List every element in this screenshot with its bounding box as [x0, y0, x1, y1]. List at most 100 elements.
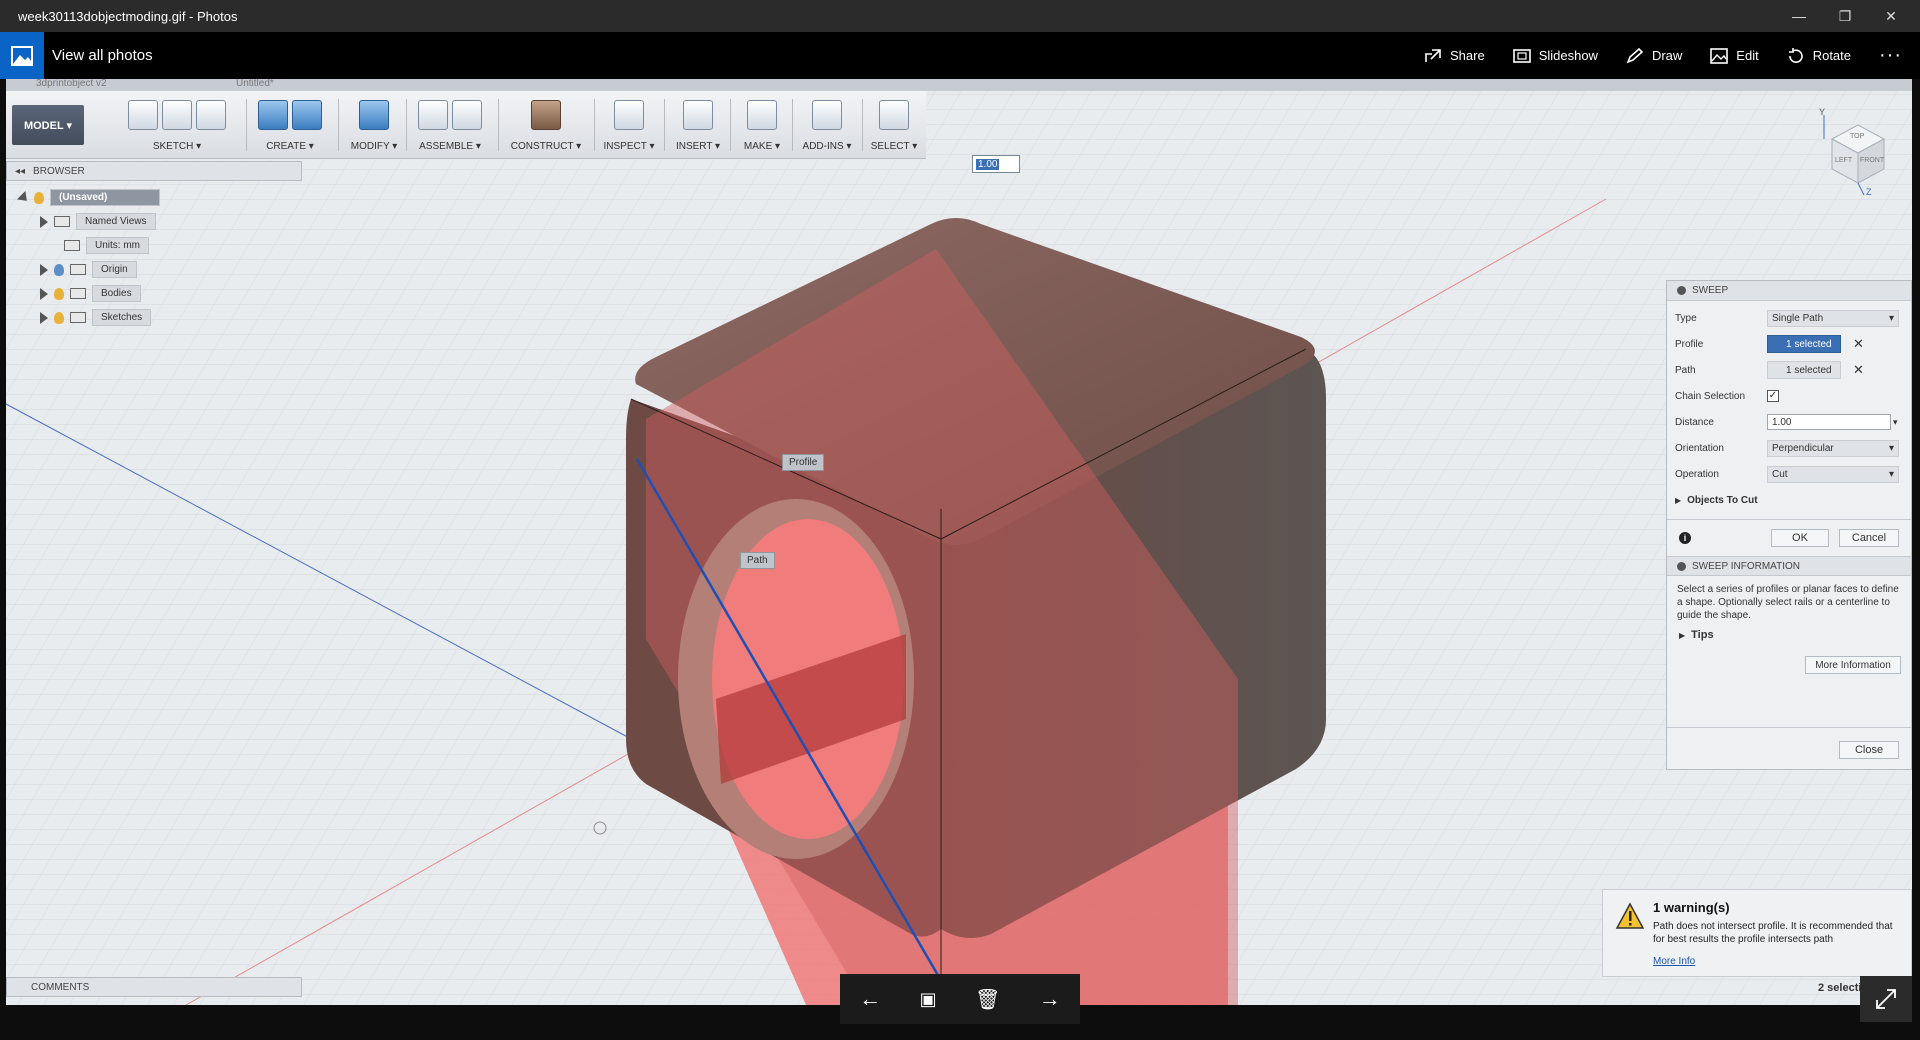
visibility-bulb-icon[interactable]	[54, 311, 64, 324]
slideshow-button[interactable]: Slideshow	[1512, 48, 1598, 64]
path-row: Path 1 selected ✕	[1675, 361, 1903, 379]
browser-item-origin[interactable]: Origin	[40, 261, 137, 278]
browser-item-named-views[interactable]: Named Views	[40, 213, 156, 230]
clear-path-icon[interactable]: ✕	[1853, 362, 1864, 378]
orientation-row: Orientation Perpendicular ▾	[1675, 439, 1903, 457]
collapse-icon[interactable]	[1677, 286, 1686, 295]
clear-profile-icon[interactable]: ✕	[1853, 336, 1864, 352]
select-icon[interactable]	[879, 100, 909, 130]
photos-logo-icon[interactable]	[0, 32, 44, 79]
operation-dropdown[interactable]: Cut ▾	[1767, 465, 1899, 483]
visibility-bulb-icon[interactable]	[54, 263, 64, 276]
more-options-button[interactable]: ···	[1879, 44, 1902, 67]
close-dialog-button[interactable]: Close	[1839, 741, 1899, 759]
sweep-info-title: SWEEP INFORMATION	[1692, 560, 1800, 572]
info-icon[interactable]: i	[1679, 532, 1691, 544]
extrude-icon[interactable]	[258, 100, 288, 130]
sweep-info-header[interactable]: SWEEP INFORMATION	[1667, 556, 1911, 576]
toolbar-group-insert[interactable]: INSERT ▾	[668, 97, 728, 157]
3d-print-icon[interactable]	[747, 100, 777, 130]
viewcube-top-label[interactable]: TOP	[1850, 133, 1864, 140]
orientation-dropdown[interactable]: Perpendicular ▾	[1767, 439, 1899, 457]
browser-root[interactable]: (Unsaved)	[16, 189, 160, 206]
toolbar-group-create[interactable]: CREATE ▾	[252, 97, 328, 157]
expand-arrow-icon[interactable]	[40, 311, 48, 324]
tab-3dprintobject[interactable]: 3dprintobject v2	[6, 79, 196, 91]
crop-icon[interactable]: ▣	[920, 989, 937, 1010]
tips-toggle[interactable]: ▶ Tips	[1679, 629, 1714, 641]
comments-bar[interactable]: COMMENTS	[6, 977, 302, 997]
browser-item-sketches[interactable]: Sketches	[40, 309, 152, 326]
model-canvas[interactable]	[6, 79, 1912, 1005]
select-menu-label: SELECT ▾	[870, 141, 918, 152]
ok-button[interactable]: OK	[1771, 529, 1829, 547]
rotate-button[interactable]: Rotate	[1787, 47, 1851, 65]
expand-arrow-icon[interactable]	[40, 287, 48, 300]
new-component-icon[interactable]	[418, 100, 448, 130]
edit-button[interactable]: Edit	[1710, 47, 1759, 64]
browser-header[interactable]: ◂◂ BROWSER	[6, 161, 302, 181]
rotate-label: Rotate	[1812, 48, 1852, 63]
expand-arrow-icon[interactable]	[16, 190, 32, 205]
distance-input[interactable]: 1.00	[1767, 414, 1891, 430]
profile-selection[interactable]: 1 selected	[1767, 335, 1841, 353]
origin-label: Origin	[92, 261, 137, 278]
viewcube-front-label[interactable]: FRONT	[1860, 157, 1884, 164]
sweep-header[interactable]: SWEEP	[1667, 281, 1911, 301]
warning-more-info-link[interactable]: More Info	[1653, 956, 1695, 967]
toolbar-group-make[interactable]: MAKE ▾	[734, 97, 790, 157]
workspace-switcher[interactable]: MODEL ▾	[12, 105, 84, 145]
toolbar-group-select[interactable]: SELECT ▾	[866, 97, 922, 157]
chevron-down-icon[interactable]: ▾	[1893, 417, 1898, 428]
more-information-button[interactable]: More Information	[1805, 656, 1901, 674]
browser-item-bodies[interactable]: Bodies	[40, 285, 141, 302]
distance-manipulator-input[interactable]: 1.00	[972, 155, 1020, 173]
joint-icon[interactable]	[452, 100, 482, 130]
toolbar-group-addins[interactable]: ADD-INS ▾	[796, 97, 858, 157]
press-pull-icon[interactable]	[359, 100, 389, 130]
expand-arrow-icon[interactable]	[40, 215, 48, 228]
visibility-bulb-icon[interactable]	[54, 287, 64, 300]
draw-button[interactable]: Draw	[1626, 47, 1682, 64]
spline-icon[interactable]	[162, 100, 192, 130]
fullscreen-button[interactable]	[1860, 976, 1912, 1022]
cancel-button[interactable]: Cancel	[1839, 529, 1899, 547]
collapse-icon[interactable]: ◂◂	[15, 166, 25, 177]
chain-selection-checkbox[interactable]: ✓	[1767, 390, 1779, 402]
tab-untitled[interactable]: Untitled*	[206, 79, 396, 91]
share-button[interactable]: Share	[1424, 48, 1485, 64]
browser-item-units[interactable]: Units: mm	[64, 237, 149, 254]
window-title: week30113dobjectmoding.gif - Photos	[18, 8, 238, 24]
viewcube-left-label[interactable]: LEFT	[1835, 157, 1852, 164]
rectangle-icon[interactable]	[196, 100, 226, 130]
view-cube[interactable]: TOP LEFT FRONT Y Z	[1818, 107, 1898, 197]
expand-arrow-icon[interactable]: ▶	[1675, 496, 1681, 505]
toolbar-group-construct[interactable]: CONSTRUCT ▾	[504, 97, 588, 157]
close-button[interactable]: ✕	[1868, 0, 1914, 32]
next-arrow-icon[interactable]: →	[1039, 986, 1061, 1012]
type-dropdown[interactable]: Single Path ▾	[1767, 309, 1899, 327]
minimize-button[interactable]: —	[1776, 0, 1822, 32]
toolbar-group-assemble[interactable]: ASSEMBLE ▾	[410, 97, 490, 157]
named-views-label: Named Views	[76, 213, 156, 230]
expand-arrow-icon[interactable]	[40, 263, 48, 276]
expand-arrow-icon[interactable]: ▶	[1679, 631, 1685, 640]
measure-icon[interactable]	[614, 100, 644, 130]
delete-icon[interactable]: 🗑	[975, 987, 1000, 1012]
pattern-icon[interactable]	[292, 100, 322, 130]
scripts-icon[interactable]	[812, 100, 842, 130]
visibility-bulb-icon[interactable]	[34, 191, 44, 204]
path-selection[interactable]: 1 selected	[1767, 361, 1841, 379]
previous-arrow-icon[interactable]: ←	[859, 986, 881, 1012]
objects-to-cut-row[interactable]: ▶ Objects To Cut	[1675, 491, 1903, 509]
create-sketch-icon[interactable]	[128, 100, 158, 130]
offset-plane-icon[interactable]	[531, 100, 561, 130]
view-all-photos-link[interactable]: View all photos	[44, 47, 1424, 64]
toolbar-group-modify[interactable]: MODIFY ▾	[344, 97, 404, 157]
root-component-label: (Unsaved)	[50, 189, 160, 206]
toolbar-group-sketch[interactable]: SKETCH ▾	[112, 97, 242, 157]
toolbar-group-inspect[interactable]: INSPECT ▾	[598, 97, 660, 157]
collapse-icon[interactable]	[1677, 561, 1686, 571]
restore-button[interactable]: ❐	[1822, 0, 1868, 32]
insert-image-icon[interactable]	[683, 100, 713, 130]
